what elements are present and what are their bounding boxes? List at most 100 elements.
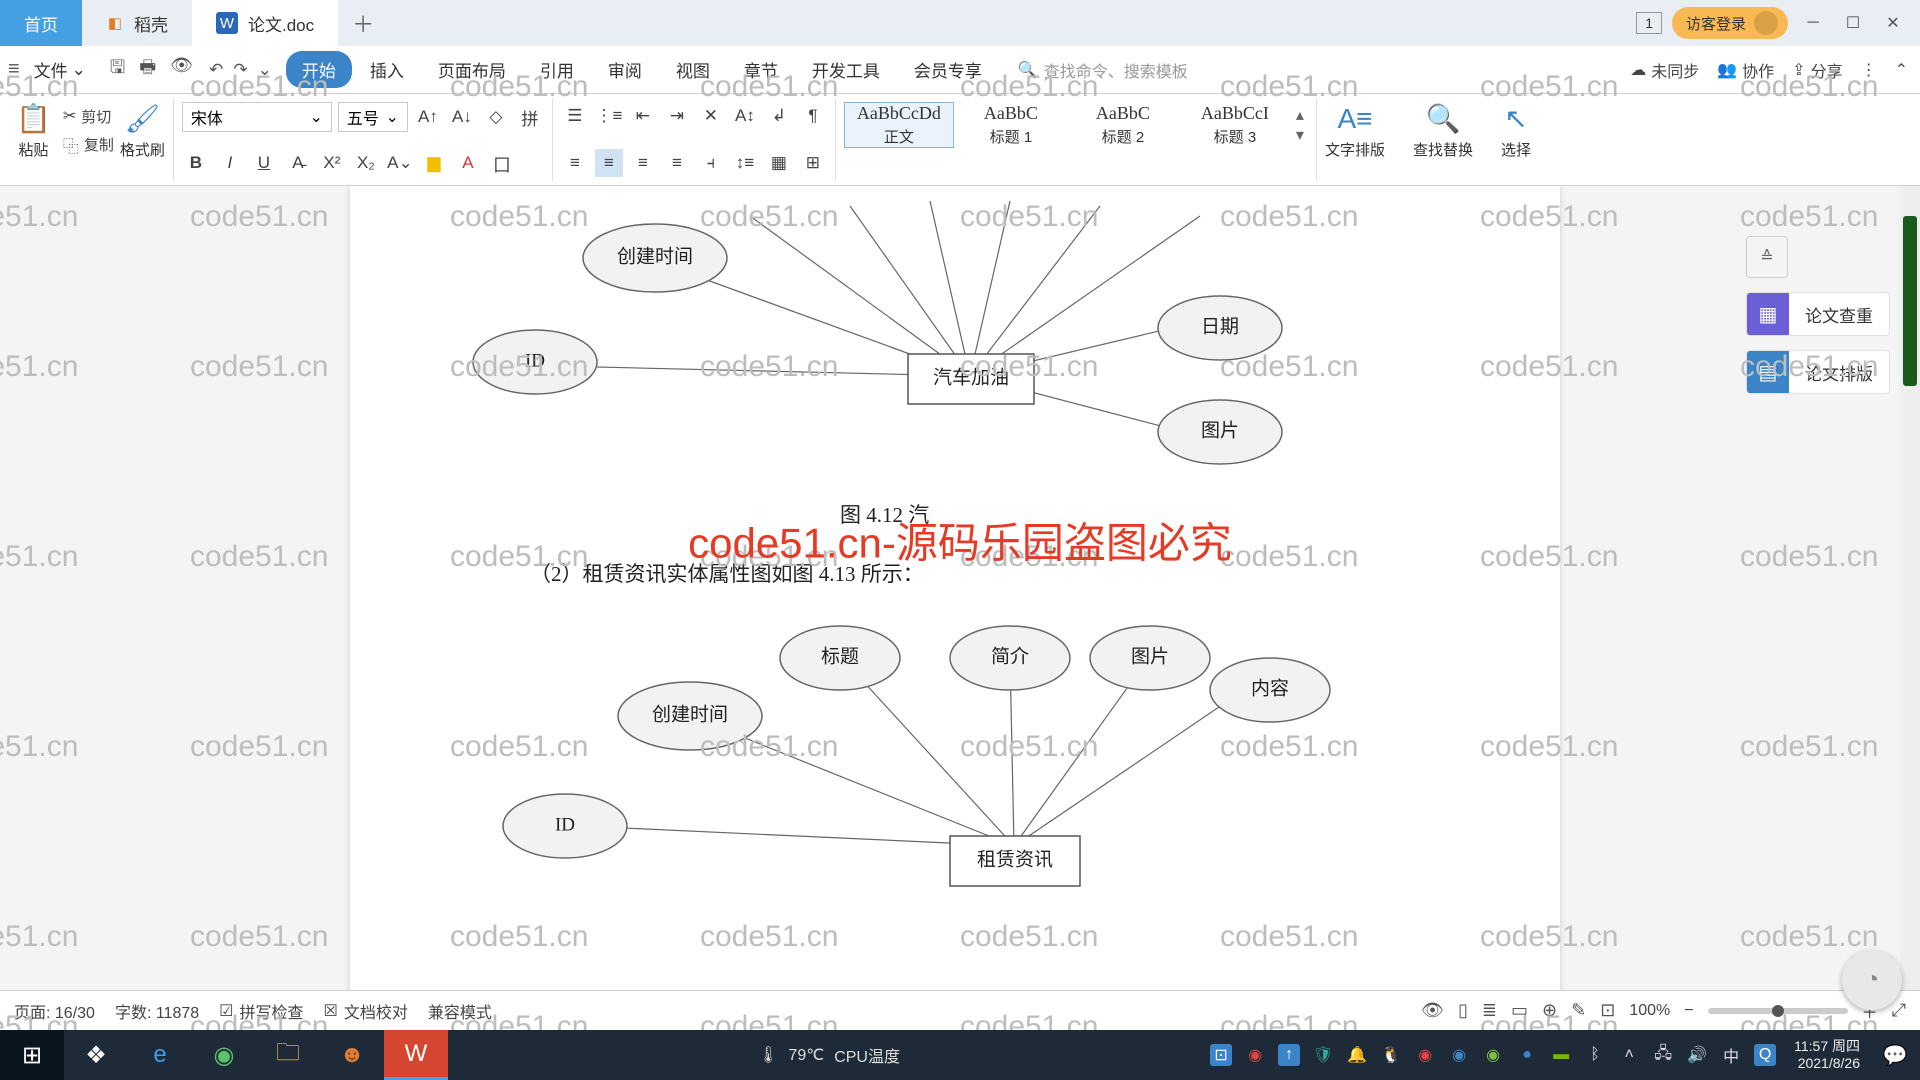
undo-icon[interactable]: ↶ xyxy=(209,60,223,80)
zoom-out-button[interactable]: − xyxy=(1684,1002,1693,1020)
task-wps[interactable]: W xyxy=(384,1030,448,1080)
show-marks-button[interactable]: ¶ xyxy=(799,102,827,130)
tray-icon[interactable]: 🐧 xyxy=(1380,1044,1402,1066)
tray-ime-icon[interactable]: 中 xyxy=(1720,1044,1742,1066)
tray-bluetooth-icon[interactable]: ᛒ xyxy=(1584,1044,1606,1066)
distribute-button[interactable]: ⫞ xyxy=(697,149,725,177)
tab-home[interactable]: 首页 xyxy=(0,0,82,46)
tab-document[interactable]: W 论文.doc xyxy=(192,0,338,46)
superscript-button[interactable]: X² xyxy=(318,149,346,177)
ribbon-tab-chapter[interactable]: 章节 xyxy=(728,51,794,88)
tray-icon[interactable]: ◉ xyxy=(1414,1044,1436,1066)
coop-button[interactable]: 👥协作 xyxy=(1717,58,1774,82)
more-icon[interactable]: ⋮ xyxy=(1861,60,1877,80)
highlight-button[interactable]: ▆ xyxy=(420,149,448,177)
web-view-icon[interactable]: ⊕ xyxy=(1542,1000,1557,1021)
close-button[interactable]: ✕ xyxy=(1878,8,1908,38)
ribbon-tab-devtools[interactable]: 开发工具 xyxy=(796,51,896,88)
ribbon-tab-view[interactable]: 视图 xyxy=(660,51,726,88)
scrollbar-thumb[interactable] xyxy=(1903,216,1917,386)
reading-view-icon[interactable]: ▭ xyxy=(1511,1000,1528,1021)
ribbon-tab-insert[interactable]: 插入 xyxy=(354,51,420,88)
eye-icon[interactable]: 👁 xyxy=(1421,1000,1444,1021)
underline-button[interactable]: U xyxy=(250,149,278,177)
style-h1[interactable]: AaBbC标题 1 xyxy=(956,102,1066,148)
tray-icon[interactable]: ◉ xyxy=(1482,1044,1504,1066)
paper-check-button[interactable]: ▦论文查重 xyxy=(1746,292,1890,336)
minimize-button[interactable]: ─ xyxy=(1798,8,1828,38)
font-color-button[interactable]: A xyxy=(454,149,482,177)
line-spacing-button[interactable]: ↕≡ xyxy=(731,149,759,177)
phonetic-icon[interactable]: 拼 xyxy=(516,103,544,131)
tray-nvidia-icon[interactable]: ▬ xyxy=(1550,1044,1572,1066)
page-view-icon[interactable]: ▯ xyxy=(1458,1000,1468,1021)
sort-button[interactable]: A↕ xyxy=(731,102,759,130)
collapse-ribbon-icon[interactable]: ⌃ xyxy=(1895,60,1908,80)
edit-mode-icon[interactable]: ✎ xyxy=(1571,1000,1586,1021)
badge-count[interactable]: 1 xyxy=(1636,12,1662,34)
maximize-button[interactable]: ☐ xyxy=(1838,8,1868,38)
outline-view-icon[interactable]: ≣ xyxy=(1482,1000,1497,1021)
tray-icon[interactable]: ◉ xyxy=(1448,1044,1470,1066)
tray-chevron-up-icon[interactable]: ˄ xyxy=(1618,1044,1640,1066)
cut-button[interactable]: ✂剪切 xyxy=(63,106,114,127)
assistant-floating-button[interactable]: ◔ xyxy=(1842,950,1902,1010)
shading-button[interactable]: ▦ xyxy=(765,149,793,177)
preview-icon[interactable]: 👁 xyxy=(170,55,193,85)
font-select[interactable]: 宋体⌄ xyxy=(182,102,332,132)
vertical-scrollbar[interactable] xyxy=(1900,186,1920,1030)
style-normal[interactable]: AaBbCcDd正文 xyxy=(844,102,954,148)
tray-shield-icon[interactable]: 🛡 xyxy=(1312,1044,1334,1066)
align-left-button[interactable]: ≡ xyxy=(561,149,589,177)
ribbon-tab-members[interactable]: 会员专享 xyxy=(898,51,998,88)
tray-icon[interactable]: ⊡ xyxy=(1210,1044,1232,1066)
bullets-button[interactable]: ☰ xyxy=(561,102,589,130)
task-app-1[interactable]: ❖ xyxy=(64,1030,128,1080)
page-indicator[interactable]: 页面: 16/30 xyxy=(14,999,95,1023)
align-justify-button[interactable]: ≡ xyxy=(663,149,691,177)
strike-button[interactable]: A̵ xyxy=(284,149,312,177)
italic-button[interactable]: I xyxy=(216,149,244,177)
format-painter-button[interactable]: 🖌格式刷 xyxy=(120,102,165,160)
clear-format-icon[interactable]: ◇ xyxy=(482,103,510,131)
select-button[interactable]: ↖选择 xyxy=(1501,102,1531,160)
tray-volume-icon[interactable]: 🔊 xyxy=(1686,1044,1708,1066)
chevron-down-icon[interactable]: ⌄ xyxy=(258,60,272,80)
task-edge[interactable]: ◉ xyxy=(192,1030,256,1080)
paste-button[interactable]: 📋粘贴 xyxy=(16,102,51,160)
bold-button[interactable]: B xyxy=(182,149,210,177)
line-break-button[interactable]: ↲ xyxy=(765,102,793,130)
text-effect-button[interactable]: A⌄ xyxy=(386,149,414,177)
new-tab-button[interactable]: ＋ xyxy=(338,0,388,46)
tray-notification-icon[interactable]: 🔔 xyxy=(1346,1044,1368,1066)
fullscreen-icon[interactable]: ⤢ xyxy=(1892,1000,1906,1021)
command-search[interactable]: 🔍 查找命令、搜索模板 xyxy=(1018,58,1188,82)
shrink-font-icon[interactable]: A↓ xyxy=(448,103,476,131)
panel-collapse-button[interactable]: ≙ xyxy=(1746,236,1788,278)
tray-icon[interactable]: ↑ xyxy=(1278,1044,1300,1066)
indent-button[interactable]: ⇥ xyxy=(663,102,691,130)
task-ie[interactable]: e xyxy=(128,1030,192,1080)
style-h2[interactable]: AaBbC标题 2 xyxy=(1068,102,1178,148)
tray-icon[interactable]: ● xyxy=(1516,1044,1538,1066)
outdent-button[interactable]: ⇤ xyxy=(629,102,657,130)
task-explorer[interactable]: 🗀 xyxy=(256,1030,320,1080)
tray-network-icon[interactable]: 🖧 xyxy=(1652,1044,1674,1066)
spell-check[interactable]: ☑拼写检查 xyxy=(219,999,303,1023)
print-icon[interactable]: 🖶 xyxy=(139,55,156,85)
hamburger-icon[interactable]: ≡ xyxy=(8,58,20,81)
paper-layout-button[interactable]: ▤论文排版 xyxy=(1746,350,1890,394)
style-scroll-up[interactable]: ▴ xyxy=(1296,105,1304,125)
tab-daoqiao[interactable]: ◧ 稻壳 xyxy=(82,0,192,46)
share-button[interactable]: ⇪分享 xyxy=(1792,58,1842,82)
ruler-icon[interactable]: ⊡ xyxy=(1600,1000,1615,1021)
find-replace-button[interactable]: 🔍查找替换 xyxy=(1413,102,1473,160)
text-layout-button[interactable]: A≡文字排版 xyxy=(1325,103,1385,160)
style-h3[interactable]: AaBbCcI标题 3 xyxy=(1180,102,1290,148)
char-scale-button[interactable]: ✕ xyxy=(697,102,725,130)
ribbon-tab-review[interactable]: 审阅 xyxy=(592,51,658,88)
numbering-button[interactable]: ⋮≡ xyxy=(595,102,623,130)
login-button[interactable]: 访客登录 xyxy=(1672,7,1788,39)
tray-icon[interactable]: ◉ xyxy=(1244,1044,1266,1066)
copy-button[interactable]: ⿻复制 xyxy=(63,133,114,157)
